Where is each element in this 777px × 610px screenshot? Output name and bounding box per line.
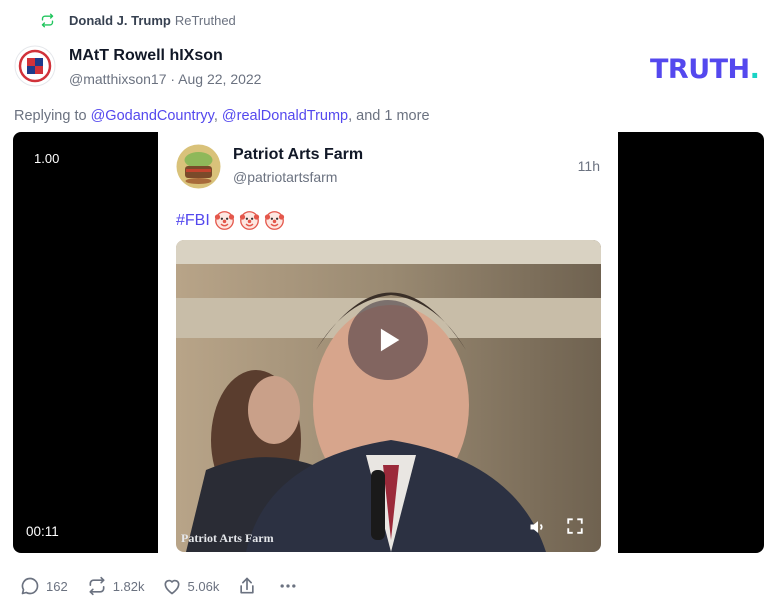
more-options-button[interactable] (277, 576, 299, 596)
frame-post-time: 11h (577, 158, 600, 174)
frame-account-handle: @patriotartsfarm (233, 169, 338, 185)
playback-rate[interactable]: 1.00 (34, 151, 59, 166)
video-watermark: Patriot Arts Farm (181, 531, 274, 545)
action-bar: 162 1.82k 5.06k (20, 574, 299, 598)
replying-to-line: Replying to @GodandCountryy, @realDonald… (14, 108, 430, 124)
mention-link[interactable]: @realDonaldTrump (222, 108, 348, 124)
clown-face-icon (214, 211, 234, 230)
frame-account-name: Patriot Arts Farm (233, 146, 364, 163)
clown-face-icon (239, 211, 259, 230)
frame-post-text: #FBI (176, 210, 285, 231)
video-player[interactable]: 1.00 00:11 Patriot Arts Farm @patriotart… (13, 132, 764, 553)
avatar[interactable] (14, 45, 56, 87)
play-icon (380, 328, 400, 352)
logo-dot: . (749, 54, 760, 85)
heart-icon (164, 579, 180, 595)
video-still (176, 240, 601, 552)
replying-prefix: Replying to (14, 108, 87, 124)
user-display-name[interactable]: MAtT Rowell hIXson (69, 47, 223, 65)
fullscreen-icon[interactable] (566, 517, 584, 535)
mention-link[interactable]: @GodandCountryy (91, 108, 214, 124)
share-icon (240, 577, 254, 594)
frame-avatar (176, 144, 221, 189)
user-handle[interactable]: @matthixson17 (69, 71, 166, 87)
more-icon (280, 584, 296, 588)
retruth-header: Donald J. Trump ReTruthed (40, 11, 236, 29)
logo-text: TRUTH (650, 54, 750, 85)
retruth-icon (41, 13, 54, 27)
reply-button[interactable]: 162 (20, 576, 68, 596)
retruth-verb: ReTruthed (174, 12, 236, 28)
meta-separator: · (170, 71, 176, 87)
retruth-count: 1.82k (112, 578, 145, 594)
truth-logo[interactable]: TRUTH. (650, 54, 760, 85)
user-meta: @matthixson17 · Aug 22, 2022 (69, 71, 261, 87)
frame-hashtag: #FBI (176, 211, 210, 229)
post-date[interactable]: Aug 22, 2022 (178, 71, 261, 87)
clown-face-icon (264, 211, 284, 230)
reply-count: 162 (46, 578, 68, 594)
retruth-icon (89, 576, 105, 596)
replying-suffix[interactable]: , and 1 more (348, 108, 429, 124)
reply-icon (21, 577, 39, 595)
video-current-time: 00:11 (26, 524, 59, 539)
play-button[interactable] (348, 300, 428, 380)
embedded-video: Patriot Arts Farm (176, 240, 601, 552)
video-frame: Patriot Arts Farm @patriotartsfarm 11h #… (158, 132, 618, 553)
volume-icon[interactable] (528, 517, 548, 537)
retruth-author[interactable]: Donald J. Trump (69, 13, 171, 28)
like-count: 5.06k (187, 578, 220, 594)
retruth-button[interactable]: 1.82k (87, 576, 145, 596)
mention-separator: , (213, 108, 218, 124)
share-button[interactable] (237, 576, 257, 596)
like-button[interactable]: 5.06k (162, 576, 220, 596)
